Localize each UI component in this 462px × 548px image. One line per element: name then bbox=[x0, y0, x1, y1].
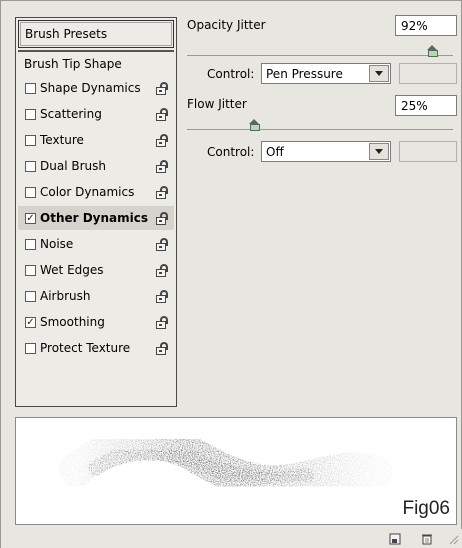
sidebar-item-shape-dynamics[interactable]: Shape Dynamics bbox=[18, 76, 174, 100]
opacity-jitter-slider-track[interactable] bbox=[187, 55, 453, 56]
sidebar-item-label: Noise bbox=[40, 237, 74, 251]
opacity-jitter-input[interactable]: 92% bbox=[395, 15, 457, 36]
sidebar-item-label: Protect Texture bbox=[40, 341, 131, 355]
flow-control-value: Off bbox=[266, 144, 284, 159]
sidebar-item-label: Other Dynamics bbox=[40, 211, 149, 225]
checkbox[interactable] bbox=[25, 290, 36, 302]
checkbox[interactable] bbox=[25, 342, 36, 354]
sidebar-item-label: Color Dynamics bbox=[40, 185, 135, 199]
brush-stroke-preview: Fig06 bbox=[15, 417, 457, 525]
brush-stroke-image bbox=[59, 426, 393, 500]
brush-settings-list: Brush Presets Brush Tip Shape Shape Dyna… bbox=[15, 17, 177, 407]
chevron-down-icon[interactable] bbox=[369, 65, 389, 82]
opacity-control-amount-field bbox=[399, 63, 457, 84]
brush-tip-shape-label: Brush Tip Shape bbox=[24, 57, 122, 71]
opacity-control-select[interactable]: Pen Pressure bbox=[261, 63, 391, 84]
new-preset-icon[interactable] bbox=[389, 533, 401, 545]
lock-icon[interactable] bbox=[156, 341, 168, 355]
checkbox[interactable] bbox=[25, 82, 36, 94]
opacity-jitter-slider-thumb[interactable] bbox=[426, 45, 438, 57]
sidebar-item-scattering[interactable]: Scattering bbox=[18, 102, 174, 126]
lock-icon[interactable] bbox=[156, 211, 168, 225]
checkbox[interactable] bbox=[25, 160, 36, 172]
lock-icon[interactable] bbox=[156, 107, 168, 121]
opacity-control-value: Pen Pressure bbox=[266, 66, 343, 81]
brush-presets-label: Brush Presets bbox=[25, 27, 108, 41]
flow-jitter-label: Flow Jitter bbox=[187, 97, 247, 111]
lock-icon[interactable] bbox=[156, 133, 168, 147]
trash-icon[interactable] bbox=[421, 533, 433, 545]
sidebar-item-other-dynamics[interactable]: ✓ Other Dynamics bbox=[18, 206, 174, 230]
checkbox[interactable]: ✓ bbox=[25, 316, 36, 328]
checkbox[interactable] bbox=[25, 238, 36, 250]
opacity-jitter-label: Opacity Jitter bbox=[187, 18, 266, 32]
flow-jitter-slider-thumb[interactable] bbox=[248, 119, 260, 131]
figure-label: Fig06 bbox=[402, 498, 450, 519]
opacity-control-label: Control: bbox=[207, 67, 255, 81]
lock-icon[interactable] bbox=[156, 263, 168, 277]
lock-icon[interactable] bbox=[156, 159, 168, 173]
flow-control-label: Control: bbox=[207, 145, 255, 159]
sidebar-item-label: Texture bbox=[40, 133, 84, 147]
checkbox[interactable] bbox=[25, 108, 36, 120]
brush-tip-shape-item[interactable]: Brush Tip Shape bbox=[18, 50, 174, 74]
brush-presets-button[interactable]: Brush Presets bbox=[18, 20, 174, 48]
sidebar-item-label: Smoothing bbox=[40, 315, 105, 329]
sidebar-item-label: Scattering bbox=[40, 107, 102, 121]
sidebar-item-texture[interactable]: Texture bbox=[18, 128, 174, 152]
flow-control-amount-field bbox=[399, 141, 457, 162]
chevron-down-icon[interactable] bbox=[369, 143, 389, 160]
flow-jitter-input[interactable]: 25% bbox=[395, 95, 457, 116]
sidebar-item-color-dynamics[interactable]: Color Dynamics bbox=[18, 180, 174, 204]
brushes-panel: Brush Presets Brush Tip Shape Shape Dyna… bbox=[0, 0, 462, 548]
sidebar-item-wet-edges[interactable]: Wet Edges bbox=[18, 258, 174, 282]
lock-icon[interactable] bbox=[156, 237, 168, 251]
lock-icon[interactable] bbox=[156, 315, 168, 329]
sidebar-item-protect-texture[interactable]: Protect Texture bbox=[18, 336, 174, 360]
resize-grip-icon[interactable] bbox=[447, 533, 459, 545]
sidebar-item-label: Wet Edges bbox=[40, 263, 104, 277]
sidebar-item-airbrush[interactable]: Airbrush bbox=[18, 284, 174, 308]
lock-icon[interactable] bbox=[156, 185, 168, 199]
flow-jitter-slider-track[interactable] bbox=[187, 129, 453, 130]
checkbox[interactable] bbox=[25, 264, 36, 276]
sidebar-item-label: Shape Dynamics bbox=[40, 81, 141, 95]
checkbox[interactable] bbox=[25, 186, 36, 198]
sidebar-item-label: Airbrush bbox=[40, 289, 91, 303]
lock-icon[interactable] bbox=[156, 81, 168, 95]
sidebar-item-noise[interactable]: Noise bbox=[18, 232, 174, 256]
lock-icon[interactable] bbox=[156, 289, 168, 303]
checkbox[interactable]: ✓ bbox=[25, 212, 36, 224]
panel-bottom-bar bbox=[1, 529, 462, 548]
sidebar-item-dual-brush[interactable]: Dual Brush bbox=[18, 154, 174, 178]
checkbox[interactable] bbox=[25, 134, 36, 146]
sidebar-item-smoothing[interactable]: ✓ Smoothing bbox=[18, 310, 174, 334]
flow-control-select[interactable]: Off bbox=[261, 141, 391, 162]
sidebar-item-label: Dual Brush bbox=[40, 159, 106, 173]
